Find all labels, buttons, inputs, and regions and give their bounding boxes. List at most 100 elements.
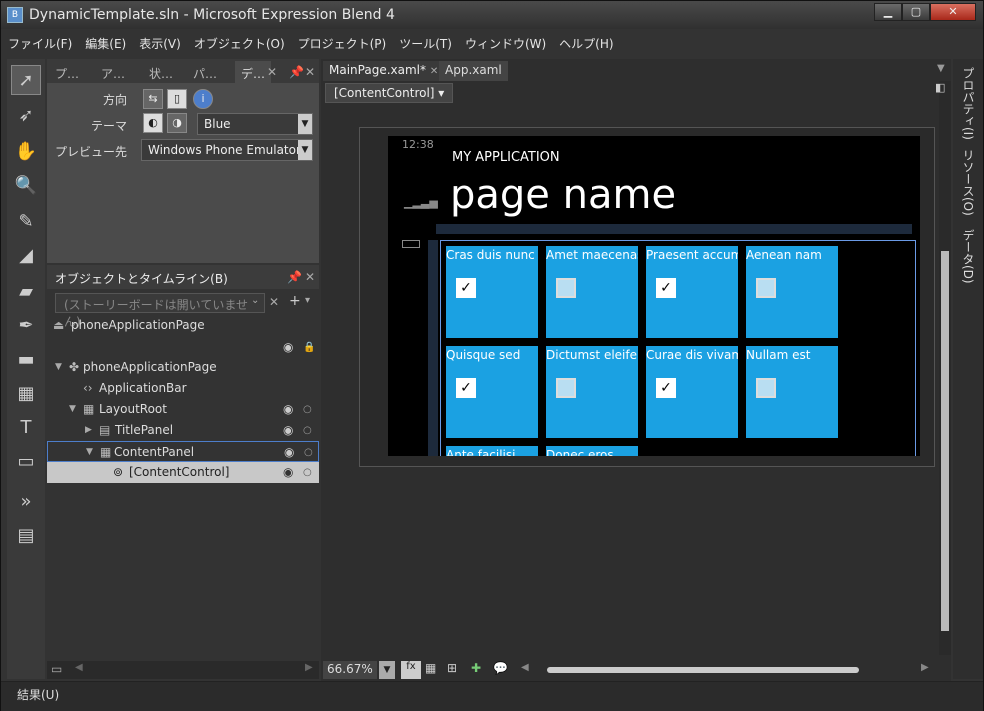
title-bar: B DynamicTemplate.sln - Microsoft Expres… — [1, 1, 983, 29]
view-mode-icon[interactable]: ◧ — [935, 81, 945, 94]
tree-row-layoutroot[interactable]: ▼ ▦ LayoutRoot ◉ ○ — [47, 399, 319, 420]
grid-tool-icon[interactable]: ▦ — [11, 379, 41, 409]
chevron-down-icon[interactable]: ▼ — [69, 399, 76, 420]
direction-label: 方向 — [102, 93, 127, 107]
close-icon[interactable]: ✕ — [430, 66, 438, 77]
menu-help[interactable]: ヘルプ(H) — [552, 31, 619, 52]
storyboard-close-icon[interactable]: ✕ — [269, 295, 279, 309]
tab-parts[interactable]: パ… — [187, 61, 223, 83]
panel-close-icon[interactable]: ✕ — [305, 270, 315, 284]
tree-row-scope[interactable]: ⏏ phoneApplicationPage — [47, 315, 319, 336]
tree-row-titlepanel[interactable]: ▶ ▤ TitlePanel ◉ ○ — [47, 420, 319, 441]
eye-icon[interactable]: ◉ — [284, 442, 294, 463]
panel-close-icon[interactable]: ✕ — [299, 61, 321, 83]
close-button[interactable]: ✕ — [930, 3, 976, 21]
scroll-thumb[interactable] — [941, 251, 949, 631]
objects-header: オブジェクトとタイムライン(B) 📌 ✕ — [47, 265, 319, 289]
theme-color-select[interactable]: Blue ▼ — [197, 113, 313, 135]
horizontal-scroll-thumb[interactable] — [547, 667, 859, 673]
pan-tool-icon[interactable]: ✋ — [11, 137, 41, 167]
snap-grid-icon[interactable]: ⊞ — [447, 661, 457, 675]
info-icon[interactable]: i — [193, 89, 213, 109]
chevron-down-icon[interactable]: ▼ — [86, 442, 93, 463]
tree-row-page[interactable]: ▼ ✤ phoneApplicationPage — [47, 357, 319, 378]
lock-dot-icon[interactable]: ○ — [303, 399, 312, 420]
landscape-icon[interactable]: ⇆ — [143, 89, 163, 109]
selection-tool-icon[interactable]: ➚ — [11, 65, 41, 95]
vertical-scrollbar[interactable] — [939, 81, 951, 655]
dark-theme-icon[interactable]: ◐ — [143, 113, 163, 133]
portrait-icon[interactable]: ▯ — [167, 89, 187, 109]
menu-tools[interactable]: ツール(T) — [392, 31, 458, 52]
menu-window[interactable]: ウィンドウ(W) — [458, 31, 552, 52]
gradient-tool-icon[interactable]: ▰ — [11, 277, 41, 307]
tab-close-icon[interactable]: ✕ — [261, 61, 283, 83]
menu-edit[interactable]: 編集(E) — [78, 31, 132, 52]
zoom-field[interactable]: 66.67% — [323, 661, 377, 679]
scroll-left-icon[interactable]: ◀ — [521, 662, 529, 673]
tab-mainpage[interactable]: MainPage.xaml* ✕ — [323, 61, 445, 81]
menu-file[interactable]: ファイル(F) — [1, 31, 78, 52]
direct-select-tool-icon[interactable]: ➶ — [11, 101, 41, 131]
asset-library-tool-icon[interactable]: ▤ — [11, 521, 41, 551]
preview-target-select[interactable]: Windows Phone Emulator(J ▼ — [141, 139, 313, 161]
objects-scroll[interactable]: ▭ ◀ ▶ — [47, 661, 319, 679]
tab-properties[interactable]: プロパティ(I) — [957, 67, 977, 140]
zoom-dropdown-icon[interactable]: ▼ — [379, 661, 395, 679]
eyedropper-tool-icon[interactable]: ✎ — [11, 207, 41, 237]
tree-row-contentcontrol[interactable]: ⊚ [ContentControl] ◉ ○ — [47, 462, 319, 483]
timeline-icon[interactable]: ▭ — [51, 662, 62, 676]
assets-tool-icon[interactable]: » — [11, 487, 41, 517]
menu-object[interactable]: オブジェクト(O) — [187, 31, 291, 52]
tab-data[interactable]: データ(D) — [957, 229, 977, 284]
phone-preview[interactable]: 12:38 ▁▂▃▅ MY APPLICATION page name Cras… — [388, 136, 920, 456]
menu-project[interactable]: プロジェクト(P) — [291, 31, 393, 52]
chevron-right-icon[interactable]: ▶ — [85, 420, 92, 441]
effects-icon[interactable]: fx — [401, 661, 421, 679]
tab-projects[interactable]: プ… — [49, 61, 85, 83]
add-storyboard-icon[interactable]: + — [289, 293, 301, 309]
eye-icon[interactable]: ◉ — [283, 399, 293, 420]
control-tool-icon[interactable]: ▭ — [11, 447, 41, 477]
grid-toggle-icon[interactable]: ▦ — [425, 661, 436, 675]
text-tool-icon[interactable]: T — [11, 413, 41, 443]
storyboard-menu-icon[interactable]: ⌄ — [251, 295, 259, 306]
menu-view[interactable]: 表示(V) — [132, 31, 187, 52]
eye-icon[interactable]: ◉ — [283, 462, 293, 483]
chevron-down-icon[interactable]: ▼ — [55, 357, 62, 378]
scroll-right-icon[interactable]: ▶ — [305, 662, 313, 673]
eye-icon[interactable]: ◉ — [283, 420, 293, 441]
breadcrumb[interactable]: [ContentControl] ▾ — [325, 83, 454, 103]
toolbox: ➚ ➶ ✋ 🔍 ✎ ◢ ▰ ✒ ▬ ▦ T ▭ » ▤ — [7, 59, 45, 679]
tab-app[interactable]: App.xaml — [439, 61, 508, 81]
lock-dot-icon[interactable]: ○ — [303, 462, 312, 483]
lock-dot-icon[interactable]: ○ — [303, 420, 312, 441]
tab-resources[interactable]: リソース(O) — [957, 149, 977, 216]
pin-icon[interactable]: 📌 — [287, 270, 302, 284]
lock-icon[interactable]: 🔒 — [303, 337, 315, 358]
selection-bounds[interactable] — [440, 240, 916, 456]
results-label[interactable]: 結果(U) — [17, 686, 59, 703]
storyboard-options-icon[interactable]: ▾ — [305, 295, 310, 306]
lock-dot-icon[interactable]: ○ — [304, 442, 313, 463]
tab-states[interactable]: 状… — [143, 61, 179, 83]
paint-bucket-tool-icon[interactable]: ◢ — [11, 241, 41, 271]
minimize-button[interactable]: ▁ — [874, 3, 902, 21]
tree-row-appbar[interactable]: ‹› ApplicationBar — [47, 378, 319, 399]
tree-row-contentpanel[interactable]: ▼ ▦ ContentPanel ◉ ○ — [47, 441, 319, 462]
light-theme-icon[interactable]: ◑ — [167, 113, 187, 133]
annotations-icon[interactable]: 💬 — [493, 661, 508, 675]
tab-assets[interactable]: ア… — [95, 61, 131, 83]
zoom-tool-icon[interactable]: 🔍 — [11, 171, 41, 201]
tab-list-icon[interactable]: ▼ — [937, 63, 945, 74]
rectangle-tool-icon[interactable]: ▬ — [11, 345, 41, 375]
pen-tool-icon[interactable]: ✒ — [11, 311, 41, 341]
scroll-left-icon[interactable]: ◀ — [75, 662, 83, 673]
title-panel-bar — [436, 224, 912, 234]
eye-icon[interactable]: ◉ — [283, 337, 293, 358]
storyboard-picker[interactable]: (ストーリーボードは開いていません) — [55, 293, 265, 329]
maximize-button[interactable]: ▢ — [902, 3, 930, 21]
preview-row: プレビュー先 Windows Phone Emulator(J ▼ — [47, 139, 319, 163]
snap-lines-icon[interactable]: ✚ — [471, 661, 481, 675]
scroll-right-icon[interactable]: ▶ — [921, 662, 929, 673]
